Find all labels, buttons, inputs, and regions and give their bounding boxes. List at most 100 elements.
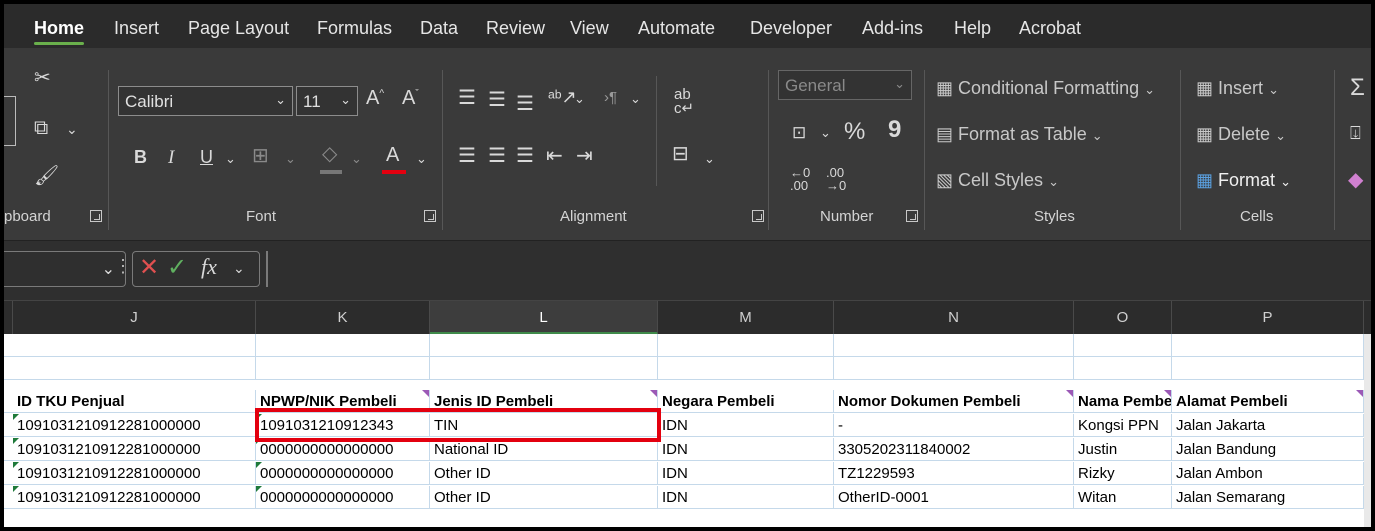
tab-developer[interactable]: Developer <box>750 18 832 39</box>
number-format-select[interactable]: General ⌄ <box>778 70 912 100</box>
cell[interactable] <box>658 334 834 357</box>
orientation-icon[interactable]: ᵃᵇ↗ <box>548 88 577 106</box>
cell[interactable]: Jalan Jakarta <box>1172 414 1364 437</box>
clear-icon[interactable]: ◆ <box>1348 170 1363 190</box>
cell[interactable]: OtherID-0001 <box>834 486 1074 509</box>
cell[interactable]: 1091031210912281000000 <box>13 462 256 485</box>
underline-button[interactable]: U <box>200 148 213 166</box>
percent-button[interactable]: % <box>844 120 865 144</box>
cell[interactable]: IDN <box>658 486 834 509</box>
cell[interactable]: Other ID <box>430 486 658 509</box>
cell[interactable] <box>1074 357 1172 380</box>
copy-icon[interactable]: ⧉ <box>34 118 48 138</box>
chevron-down-icon[interactable]: ⌄ <box>574 92 585 105</box>
clipboard-launcher-icon[interactable] <box>90 210 102 222</box>
tab-page-layout[interactable]: Page Layout <box>188 18 289 39</box>
cell[interactable]: Jalan Bandung <box>1172 438 1364 461</box>
cell[interactable]: 1091031210912281000000 <box>13 486 256 509</box>
cell[interactable]: Jalan Ambon <box>1172 462 1364 485</box>
cell[interactable] <box>13 357 256 380</box>
cell[interactable]: TIN <box>430 414 658 437</box>
alignment-launcher-icon[interactable] <box>752 210 764 222</box>
chevron-down-icon[interactable]: ⌄ <box>225 152 236 165</box>
increase-indent-icon[interactable]: ⇥ <box>576 146 593 166</box>
cell[interactable] <box>1074 334 1172 357</box>
font-family-select[interactable]: Calibri ⌄ <box>118 86 293 116</box>
tab-home[interactable]: Home <box>34 18 85 45</box>
column-header-p[interactable]: P <box>1172 301 1364 335</box>
cell[interactable] <box>834 357 1074 380</box>
column-header-k[interactable]: K <box>256 301 430 335</box>
cell[interactable]: 0000000000000000 <box>256 462 430 485</box>
align-middle-icon[interactable]: ☰ <box>488 90 506 110</box>
borders-icon[interactable]: ⊞ <box>252 146 269 166</box>
decrease-decimal-icon[interactable]: .00 →0 <box>826 166 846 192</box>
align-bottom-icon[interactable]: ☰ <box>516 94 534 114</box>
cell[interactable]: 0000000000000000 <box>256 438 430 461</box>
worksheet-grid[interactable]: ID TKU Penjual NPWP/NIK Pembeli Jenis ID… <box>4 334 1371 527</box>
cell[interactable] <box>256 357 430 380</box>
cell[interactable]: Rizky <box>1074 462 1172 485</box>
decrease-font-icon[interactable]: Aˇ <box>402 88 419 108</box>
accounting-format-icon[interactable]: ⊡ <box>792 124 806 141</box>
font-size-select[interactable]: 11 ⌄ <box>296 86 358 116</box>
cell[interactable]: IDN <box>658 414 834 437</box>
fill-color-icon[interactable]: ◇ <box>322 144 337 164</box>
increase-decimal-icon[interactable]: ←0.00 <box>790 166 810 192</box>
more-options-icon[interactable]: ⋮ <box>114 257 132 275</box>
cell[interactable]: 1091031210912343 <box>256 414 430 437</box>
decrease-indent-icon[interactable]: ⇤ <box>546 146 563 166</box>
cell[interactable] <box>834 334 1074 357</box>
italic-button[interactable]: I <box>168 148 174 167</box>
fill-icon[interactable]: ⍗ <box>1350 124 1361 142</box>
cut-icon[interactable]: ✂ <box>34 68 51 88</box>
tab-add-ins[interactable]: Add-ins <box>862 18 923 39</box>
format-painter-icon[interactable]: 🖌 <box>34 166 59 186</box>
formula-input[interactable] <box>266 251 1371 287</box>
cell[interactable] <box>1172 334 1364 357</box>
chevron-down-icon[interactable]: ⌄ <box>704 152 715 165</box>
chevron-down-icon[interactable]: ⌄ <box>820 126 831 139</box>
header-cell[interactable]: Nama Pembeli <box>1074 390 1172 413</box>
column-header-m[interactable]: M <box>658 301 834 335</box>
cell[interactable] <box>658 357 834 380</box>
conditional-formatting-button[interactable]: ▦ Conditional Formatting ⌄ <box>936 78 1155 99</box>
autosum-icon[interactable]: Σ <box>1350 76 1365 100</box>
tab-acrobat[interactable]: Acrobat <box>1019 18 1081 39</box>
chevron-down-icon[interactable]: ⌄ <box>351 152 362 165</box>
wrap-text-icon[interactable]: ab c↵ <box>674 87 694 116</box>
name-box[interactable]: ⌄ <box>4 251 126 287</box>
header-cell[interactable]: ID TKU Penjual <box>13 390 256 413</box>
cell[interactable] <box>430 334 658 357</box>
format-cells-button[interactable]: ▦ Format ⌄ <box>1196 170 1291 191</box>
paste-icon[interactable] <box>4 96 16 146</box>
chevron-down-icon[interactable]: ⌄ <box>630 92 641 105</box>
header-cell[interactable]: Nomor Dokumen Pembeli <box>834 390 1074 413</box>
chevron-down-icon[interactable]: ⌄ <box>285 152 296 165</box>
delete-cells-button[interactable]: ▦ Delete ⌄ <box>1196 124 1286 145</box>
cell[interactable]: IDN <box>658 462 834 485</box>
insert-function-button[interactable]: fx <box>201 256 217 278</box>
tab-insert[interactable]: Insert <box>114 18 159 39</box>
chevron-down-icon[interactable]: ⌄ <box>416 152 427 165</box>
header-cell[interactable]: NPWP/NIK Pembeli <box>256 390 430 413</box>
column-header-n[interactable]: N <box>834 301 1074 335</box>
cell[interactable]: Witan <box>1074 486 1172 509</box>
cell[interactable] <box>1172 357 1364 380</box>
bold-button[interactable]: B <box>134 148 147 166</box>
cell[interactable]: 1091031210912281000000 <box>13 414 256 437</box>
cell[interactable] <box>256 334 430 357</box>
align-right-icon[interactable]: ☰ <box>516 146 534 166</box>
align-center-icon[interactable]: ☰ <box>488 146 506 166</box>
header-cell[interactable]: Alamat Pembeli <box>1172 390 1364 413</box>
cell[interactable]: Justin <box>1074 438 1172 461</box>
number-launcher-icon[interactable] <box>906 210 918 222</box>
format-as-table-button[interactable]: ▤ Format as Table ⌄ <box>936 124 1103 145</box>
cell[interactable]: National ID <box>430 438 658 461</box>
merge-center-icon[interactable]: ⊟ <box>672 144 689 164</box>
tab-formulas[interactable]: Formulas <box>317 18 392 39</box>
cell[interactable]: Other ID <box>430 462 658 485</box>
tab-automate[interactable]: Automate <box>638 18 715 39</box>
copy-dropdown-icon[interactable]: ⌄ <box>66 122 78 136</box>
enter-icon[interactable]: ✓ <box>167 256 187 280</box>
